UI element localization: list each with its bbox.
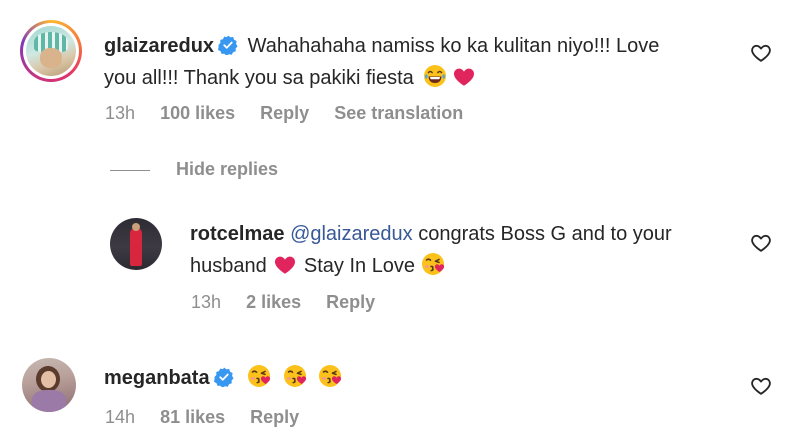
comment-text-1b: you all!!! Thank you sa pakiki fiesta: [104, 67, 414, 89]
replies-divider: [110, 170, 150, 171]
timestamp[interactable]: 14h: [105, 407, 135, 427]
mention-link[interactable]: @glaizaredux: [290, 223, 413, 245]
avatar-rotcelmae[interactable]: [110, 218, 162, 270]
see-translation-button[interactable]: See translation: [334, 103, 463, 123]
comment-text-2b: husband: [190, 255, 267, 277]
comment-body-1: glaizaredux Wahahahaha namiss ko ka kuli…: [104, 30, 744, 94]
hide-replies-button[interactable]: Hide replies: [176, 159, 298, 180]
verified-icon: [218, 35, 238, 55]
comment-meta-3: 14h 81 likes Reply: [105, 407, 319, 428]
comment-body-3: meganbata: [104, 362, 664, 394]
timestamp[interactable]: 13h: [191, 292, 221, 312]
comment-text-1a: Wahahahaha namiss ko ka kulitan niyo!!! …: [247, 35, 660, 57]
kiss-emoji-icon: [421, 252, 445, 276]
verified-icon: [214, 367, 234, 387]
red-heart-emoji-icon: [274, 254, 296, 276]
comment-body-2: rotcelmae @glaizaredux congrats Boss G a…: [190, 218, 750, 282]
username-glaizaredux[interactable]: glaizaredux: [104, 35, 214, 57]
timestamp[interactable]: 13h: [105, 103, 135, 123]
like-heart-icon[interactable]: [750, 232, 772, 254]
reply-button[interactable]: Reply: [326, 292, 375, 312]
kiss-emoji-icon: [318, 364, 342, 388]
reply-button[interactable]: Reply: [260, 103, 309, 123]
laughing-emoji-icon: [423, 64, 447, 88]
avatar-glaizaredux[interactable]: [20, 20, 82, 82]
avatar-meganbata[interactable]: [22, 358, 76, 412]
kiss-emoji-icon: [283, 364, 307, 388]
likes-count[interactable]: 2 likes: [246, 292, 301, 312]
comment-text-2c: Stay In Love: [303, 255, 416, 277]
likes-count[interactable]: 100 likes: [160, 103, 235, 123]
reply-button[interactable]: Reply: [250, 407, 299, 427]
likes-count[interactable]: 81 likes: [160, 407, 225, 427]
like-heart-icon[interactable]: [750, 42, 772, 64]
red-heart-emoji-icon: [453, 66, 475, 88]
comment-meta-2: 13h 2 likes Reply: [191, 292, 395, 313]
like-heart-icon[interactable]: [750, 375, 772, 397]
comment-meta-1: 13h 100 likes Reply See translation: [105, 103, 483, 124]
username-meganbata[interactable]: meganbata: [104, 367, 210, 389]
username-rotcelmae[interactable]: rotcelmae: [190, 223, 285, 245]
comment-text-2a: congrats Boss G and to your: [418, 223, 672, 245]
kiss-emoji-icon: [247, 364, 271, 388]
